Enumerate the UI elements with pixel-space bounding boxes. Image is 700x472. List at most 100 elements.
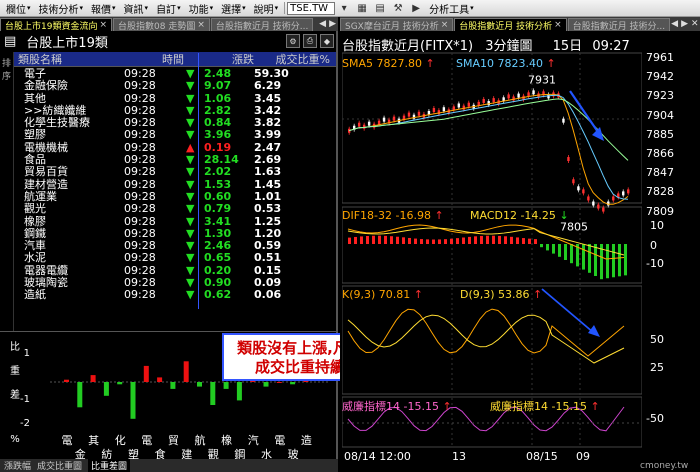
sector-weight: 0.51 (254, 251, 282, 265)
menu-fields[interactable]: 欄位 ▾ (2, 0, 35, 16)
scroll-left-icon[interactable]: ◀ (319, 19, 326, 29)
menu-info[interactable]: 資訊 ▾ (120, 0, 153, 16)
tab-fitx-tech[interactable]: 台股指數近月 技術分析 × (454, 18, 567, 31)
symbol-input[interactable] (287, 1, 336, 15)
candle-body (392, 116, 396, 121)
macd-bar (558, 244, 561, 257)
col-time[interactable]: 時間 (124, 52, 186, 66)
weight-diff-bar (236, 382, 242, 401)
tab-sector-flow[interactable]: 台股上市19類資金流向 × (0, 18, 112, 31)
k-label: K(9,3) 70.81 ↑ (342, 288, 423, 301)
print-icon[interactable]: ⎙ (303, 34, 317, 48)
weight-diff-bar (130, 382, 136, 419)
macd-bar (372, 235, 375, 244)
close-icon[interactable]: ✕ (691, 19, 699, 29)
weight-diff-bar (276, 382, 282, 383)
col-weight[interactable]: 成交比重% (254, 52, 334, 66)
macd-bar (480, 235, 483, 244)
table-row[interactable]: 貿易百貨 09:28 ▼ 2.02 1.63 (14, 165, 336, 179)
candle-body (417, 111, 421, 116)
tab-fitx-tech-2[interactable]: 台股指數近月 技術分... (567, 18, 671, 31)
chart-icon[interactable]: ▤ (373, 2, 387, 15)
macd-bar (540, 244, 543, 248)
sector-change: 0.65 (204, 251, 232, 265)
candle-body (577, 186, 580, 191)
scroll-right-icon[interactable]: ▶ (329, 19, 336, 29)
macd-bar (354, 236, 357, 244)
pin-icon[interactable]: ◆ (320, 34, 334, 48)
menu-analysis-tools[interactable]: 分析工具 ▾ (425, 0, 478, 16)
sector-name: 貿易百貨 (24, 165, 68, 179)
table-row[interactable]: 塑膠 09:28 ▼ 3.96 3.99 (14, 129, 336, 142)
sector-time: 09:28 (124, 288, 156, 302)
table-row[interactable]: 造紙 09:28 ▼ 0.62 0.06 (14, 288, 336, 302)
macd-bar (534, 239, 537, 244)
table-row[interactable]: 化學生技醫療 09:28 ▼ 0.84 3.82 (14, 116, 336, 129)
macd-bar (588, 244, 591, 273)
annotation-arrow (541, 288, 595, 334)
table-row[interactable]: 航運業 09:28 ▼ 0.60 1.01 (14, 190, 336, 203)
menu-select[interactable]: 選擇 ▾ (217, 0, 250, 16)
sector-name: 造紙 (24, 288, 46, 302)
right-tabstrip: SGX摩台近月 技術分析 × 台股指數近月 技術分析 × 台股指數近月 技術分...… (340, 17, 700, 31)
table-row[interactable]: 電機機械 09:28 ▲ 0.19 2.47 (14, 141, 336, 154)
menu-help[interactable]: 說明 ▾ (250, 0, 283, 16)
table-row[interactable]: 建材營造 09:28 ▼ 1.53 1.45 (14, 178, 336, 191)
left-tabstrip: 台股上市19類資金流向 × 台股指數08 走勢圖 × 台股指數近月 技術分... ◀… (0, 17, 338, 31)
grid-icon[interactable]: ▦ (355, 2, 369, 15)
macd-bar (612, 244, 615, 278)
price-tick: 7904 (646, 108, 674, 122)
col-name[interactable]: 類股名稱 (14, 52, 124, 66)
table-row[interactable]: 汽車 09:28 ▼ 2.46 0.59 (14, 239, 336, 252)
macd-bar (474, 236, 477, 244)
price-tick: 7923 (646, 89, 674, 103)
price-chart[interactable]: 7931 7805 (342, 31, 642, 451)
category-label: 橡 (221, 434, 233, 447)
macd-bar (552, 244, 555, 254)
tab-sgx-tech[interactable]: SGX摩台近月 技術分析 × (340, 18, 454, 31)
scroll-left-icon[interactable]: ◀ (671, 19, 678, 29)
tab-change[interactable]: 漲跌幅 (4, 459, 31, 472)
candle-body (407, 112, 411, 117)
scroll-right-icon[interactable]: ▶ (681, 19, 688, 29)
menu-quote[interactable]: 報價 ▾ (87, 0, 120, 16)
menu-technical[interactable]: 技術分析 ▾ (35, 0, 88, 16)
category-label: 電 (141, 434, 153, 447)
menu-custom[interactable]: 自訂 ▾ (152, 0, 185, 16)
candle-body (612, 196, 615, 201)
play-icon[interactable]: ▶ (409, 2, 423, 15)
table-row[interactable]: 觀光 09:28 ▼ 0.79 0.53 (14, 202, 336, 216)
sector-name: 觀光 (24, 202, 46, 216)
price-tick: 7942 (646, 70, 674, 84)
table-row[interactable]: 鋼鐵 09:28 ▼ 1.30 1.20 (14, 227, 336, 240)
divider-line (198, 53, 199, 309)
tab-weight-diff[interactable]: 比重差圖 (88, 459, 131, 472)
weight-diff-bar (90, 375, 96, 382)
weight-diff-bar (64, 379, 69, 382)
category-label: 汽 (247, 434, 259, 447)
panel-menu-icon[interactable]: ▤ (4, 34, 16, 49)
candle-body (587, 196, 590, 201)
category-label: 造 (300, 434, 312, 447)
tab-index-tech[interactable]: 台股指數近月 技術分... (210, 18, 314, 31)
menu-function[interactable]: 功能 ▾ (185, 0, 218, 16)
weight-diff-bar (290, 382, 296, 385)
sector-change: 3.41 (204, 214, 232, 228)
settings-icon[interactable]: ⚙ (286, 34, 300, 48)
sector-time: 09:28 (124, 79, 156, 93)
table-row[interactable]: 水泥 09:28 ▼ 0.65 0.51 (14, 251, 336, 265)
col-change[interactable]: 漲跌 (204, 52, 254, 66)
table-row[interactable]: 玻璃陶瓷 09:28 ▼ 0.90 0.09 (14, 276, 336, 289)
candle-body (562, 118, 565, 123)
dropdown-icon[interactable]: ▾ (337, 2, 351, 15)
candle-body (532, 90, 535, 95)
candle-body (362, 124, 366, 129)
table-row[interactable]: 橡膠 09:28 ▼ 3.41 1.25 (14, 214, 336, 228)
macd-bar (570, 244, 573, 264)
sort-sidebar[interactable]: 排序 (0, 52, 14, 332)
table-row[interactable]: 金融保險 09:28 ▼ 9.07 6.29 (14, 79, 336, 93)
tab-index-trend[interactable]: 台股指數08 走勢圖 × (113, 18, 210, 31)
weight-diff-bar (223, 382, 229, 389)
tools-icon[interactable]: ⚒ (391, 2, 405, 15)
tab-weight-chart[interactable]: 成交比重圖 (37, 459, 82, 472)
